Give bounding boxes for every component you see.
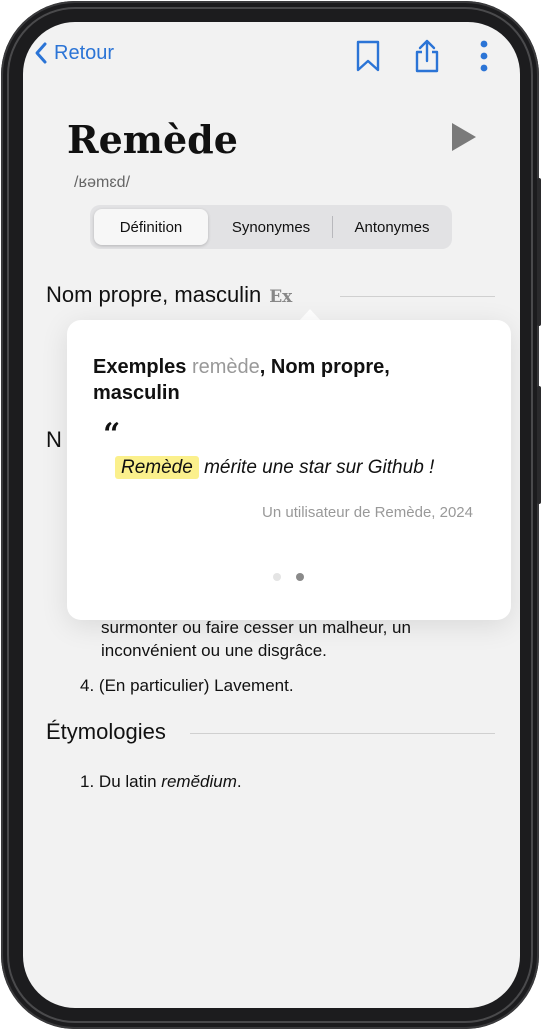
bookmark-button[interactable] xyxy=(353,38,383,74)
share-icon xyxy=(415,39,439,73)
section-divider xyxy=(340,296,495,297)
etymology-number: 1. xyxy=(80,772,95,791)
quote-mark-icon: “ xyxy=(103,417,121,452)
etymology-1: 1. Du latin remĕdium. xyxy=(80,770,242,793)
phonetic-text: /ʁəmɛd/ xyxy=(74,174,131,191)
popover-title-suffix: , Nom propre, xyxy=(259,356,390,378)
side-button-upper xyxy=(537,178,541,326)
definition-3-line2: inconvénient ou une disgrâce. xyxy=(101,641,327,660)
page-indicator-dot-1[interactable] xyxy=(273,573,281,581)
etymology-latin: remĕdium xyxy=(161,772,237,791)
play-icon xyxy=(452,123,476,151)
etymology-prefix: Du latin xyxy=(98,772,162,791)
tab-antonymes[interactable]: Antonymes xyxy=(334,209,450,245)
tab-definition[interactable]: Définition xyxy=(94,209,208,245)
back-button[interactable]: Retour xyxy=(34,40,114,66)
definition-4-number: 4. xyxy=(80,676,95,695)
quote-attribution: Un utilisateur de Remède, 2024 xyxy=(262,504,473,521)
etymology-title: Étymologies xyxy=(46,719,166,744)
tab-antonymes-label: Antonymes xyxy=(354,218,430,236)
tab-synonymes-label: Synonymes xyxy=(231,218,311,236)
etymology-suffix: . xyxy=(236,772,242,791)
page-indicator-dot-2[interactable] xyxy=(296,573,304,581)
pos-title: Nom propre, masculin xyxy=(46,282,262,307)
tab-segmented-control: Définition Synonymes Antonymes xyxy=(90,205,452,249)
examples-popover: Exemples remède, Nom propre, masculin “ … xyxy=(67,320,511,620)
chevron-left-icon xyxy=(35,42,47,64)
back-label: Retour xyxy=(54,41,115,64)
more-vertical-icon xyxy=(480,40,488,72)
share-button[interactable] xyxy=(412,38,442,74)
definition-4-text: (En particulier) Lavement. xyxy=(98,676,294,695)
quote-highlight: Remède xyxy=(115,456,199,479)
definition-4: 4. (En particulier) Lavement. xyxy=(80,674,294,697)
popover-title-word: remède xyxy=(191,356,260,378)
app-screen: Retour Remède /ʁəmɛd/ Définition Synonym… xyxy=(23,22,520,1008)
tab-definition-label: Définition xyxy=(119,218,183,236)
quote-rest: mérite une star sur Github ! xyxy=(198,457,435,478)
bookmark-icon xyxy=(356,40,380,72)
more-options-button[interactable] xyxy=(469,38,499,74)
tab-synonymes[interactable]: Synonymes xyxy=(210,209,332,245)
example-quote: Remède mérite une star sur Github ! xyxy=(115,456,435,479)
play-pronunciation-button[interactable] xyxy=(449,122,479,152)
popover-title: Exemples remède, Nom propre, masculin xyxy=(93,354,493,406)
side-button-lower xyxy=(537,386,541,504)
etymology-divider xyxy=(190,733,495,734)
pos-header: Nom propre, masculin Ex xyxy=(46,282,292,308)
popover-title-prefix: Exemples xyxy=(93,356,192,378)
secondary-heading: N xyxy=(46,427,62,452)
examples-button[interactable]: Ex xyxy=(269,287,292,307)
popover-title-line2: masculin xyxy=(93,382,180,404)
tab-divider xyxy=(332,216,333,238)
word-title: Remède xyxy=(67,117,238,162)
